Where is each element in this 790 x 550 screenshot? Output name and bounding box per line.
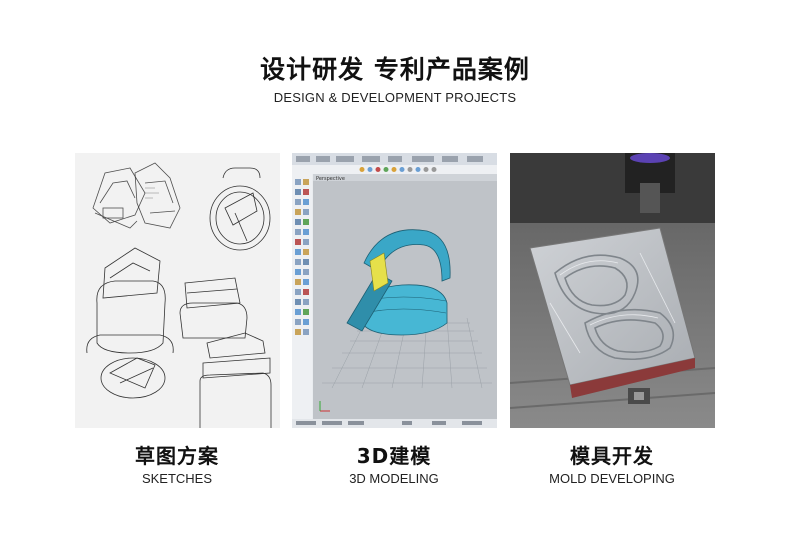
cad-viewport-label: Perspective: [316, 176, 345, 182]
machine-head: [510, 153, 715, 223]
sketch-lid-bottom-left: [100, 357, 166, 399]
page-title: 设计研发 专利产品案例: [260, 55, 530, 84]
mold-photo: [510, 153, 715, 428]
sketch-lid-top-center: [134, 162, 181, 229]
caption-3d-modeling-cn: 3D建模: [356, 444, 432, 468]
sketch-bottle-left: [86, 247, 174, 354]
caption-mold-cn: 模具开发: [570, 444, 654, 468]
caption-mold-en: MOLD DEVELOPING: [549, 471, 675, 486]
sketch-lid-top-right: [209, 167, 271, 251]
caption-3d-modeling-en: 3D MODELING: [349, 471, 439, 486]
sketch-bottle-bottom-right: [199, 332, 272, 428]
sketches-image: [75, 153, 280, 428]
sketch-lid-top-left: [92, 167, 146, 229]
page-subtitle: DESIGN & DEVELOPMENT PROJECTS: [273, 90, 517, 105]
sketch-bottle-right: [179, 277, 248, 339]
caption-sketches-cn: 草图方案: [135, 444, 219, 468]
sketch-notes: [145, 187, 159, 199]
cad-screenshot: Perspective: [292, 153, 497, 428]
caption-sketches-en: SKETCHES: [141, 471, 213, 486]
